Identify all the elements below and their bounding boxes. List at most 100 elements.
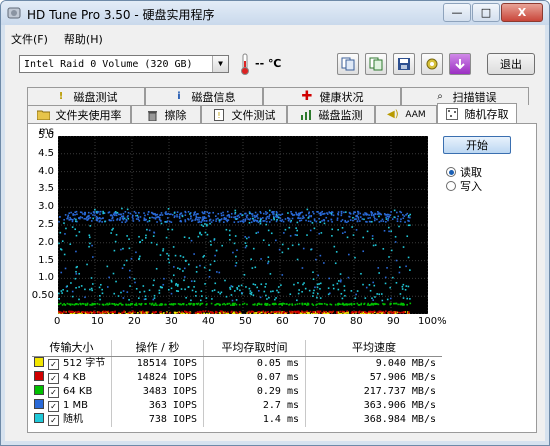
data-point <box>303 282 305 284</box>
series-checkbox[interactable]: ✓ <box>48 401 59 412</box>
data-point <box>405 214 407 216</box>
data-point <box>341 310 344 313</box>
tab-health[interactable]: ✚ 健康状况 <box>263 87 401 105</box>
data-point <box>284 228 287 231</box>
transfer-size-cell: ✓ 64 KB <box>32 385 112 399</box>
write-option[interactable]: 写入 <box>446 178 482 194</box>
access-time-cell: 2.7 ms <box>204 399 306 413</box>
copy-button[interactable] <box>337 53 359 75</box>
data-point <box>213 238 216 240</box>
data-point <box>246 214 249 217</box>
data-point <box>250 293 253 296</box>
data-point <box>243 302 246 305</box>
data-point <box>234 302 236 305</box>
data-point <box>369 310 372 313</box>
menu-help[interactable]: 帮助(H) <box>64 31 103 47</box>
data-point <box>203 216 206 218</box>
data-point <box>323 302 326 305</box>
series-checkbox[interactable]: ✓ <box>48 387 59 398</box>
save-button[interactable] <box>393 53 415 75</box>
data-point <box>276 311 279 313</box>
data-point <box>109 214 112 217</box>
data-point <box>145 234 147 237</box>
data-point <box>288 304 290 306</box>
data-point <box>99 213 101 216</box>
write-radio[interactable] <box>446 181 456 191</box>
data-point <box>229 238 231 241</box>
start-button[interactable]: 开始 <box>443 136 511 154</box>
series-checkbox[interactable]: ✓ <box>48 415 59 426</box>
data-point <box>172 274 175 277</box>
copy-all-button[interactable] <box>365 53 387 75</box>
close-button[interactable]: X <box>501 3 543 22</box>
data-point <box>393 302 396 305</box>
data-point <box>151 216 153 219</box>
data-point <box>372 303 375 305</box>
data-point <box>268 313 270 315</box>
chevron-down-icon[interactable]: ▼ <box>212 56 228 72</box>
data-point <box>188 237 191 239</box>
data-point <box>367 302 369 305</box>
tab-erase[interactable]: 擦除 <box>131 105 201 123</box>
data-point <box>203 313 205 315</box>
data-point <box>404 221 406 223</box>
minimize-button[interactable]: — <box>443 3 471 22</box>
data-point <box>195 216 198 219</box>
tab-disk-monitor[interactable]: 磁盘监测 <box>287 105 375 123</box>
data-point <box>162 312 165 315</box>
folder-icon <box>36 108 50 121</box>
data-point <box>98 286 101 289</box>
data-point <box>331 228 334 231</box>
tab-random-access[interactable]: 随机存取 <box>437 103 517 123</box>
data-point <box>339 273 342 275</box>
drive-select[interactable]: Intel Raid 0 Volume (320 GB) ▼ <box>19 55 229 73</box>
data-point <box>183 267 186 270</box>
data-point <box>119 313 122 315</box>
data-point <box>350 290 353 292</box>
tab-info[interactable]: i 磁盘信息 <box>145 87 263 105</box>
data-point <box>397 303 399 306</box>
data-point <box>225 295 228 298</box>
health-cross-icon: ✚ <box>301 89 313 104</box>
tab-file-benchmark[interactable]: ! 文件测试 <box>201 105 287 123</box>
data-point <box>291 303 293 305</box>
data-point <box>159 303 162 305</box>
data-point <box>182 270 184 272</box>
menu-file[interactable]: 文件(F) <box>11 31 48 47</box>
ops-cell: 3483 IOPS <box>112 385 204 399</box>
read-radio[interactable] <box>446 167 456 177</box>
data-point <box>145 303 147 305</box>
series-checkbox[interactable]: ✓ <box>48 373 59 384</box>
data-point <box>184 214 187 217</box>
data-point <box>96 219 99 222</box>
tab-aam[interactable]: ◀) AAM <box>375 105 437 123</box>
exit-button[interactable]: 退出 <box>487 53 535 75</box>
data-point <box>89 217 92 219</box>
options-button[interactable] <box>421 53 443 75</box>
data-point <box>259 296 262 299</box>
maximize-button[interactable]: □ <box>472 3 500 22</box>
scatter-plot <box>57 135 429 315</box>
table-row: ✓ 512 字节 18514 IOPS 0.05 ms 9.040 MB/s <box>32 357 442 371</box>
data-point <box>344 295 346 297</box>
data-point <box>67 217 69 220</box>
data-point <box>388 215 391 218</box>
data-point <box>65 311 67 314</box>
tab-folder-usage[interactable]: 文件夹使用率 <box>27 105 131 123</box>
data-point <box>245 286 247 288</box>
data-point <box>313 311 316 313</box>
data-point <box>272 211 274 214</box>
data-point <box>111 215 114 217</box>
data-point <box>179 255 182 257</box>
data-point <box>323 310 325 313</box>
data-point <box>113 303 116 305</box>
data-point <box>129 212 132 215</box>
tab-benchmark[interactable]: ! 磁盘测试 <box>27 87 145 105</box>
y-tick-label: 3.0 <box>38 201 54 213</box>
data-point <box>122 297 125 299</box>
data-point <box>376 218 378 221</box>
series-checkbox[interactable]: ✓ <box>48 359 59 370</box>
data-point <box>125 259 128 262</box>
download-button[interactable] <box>449 53 471 75</box>
tab-label: 擦除 <box>164 108 187 122</box>
